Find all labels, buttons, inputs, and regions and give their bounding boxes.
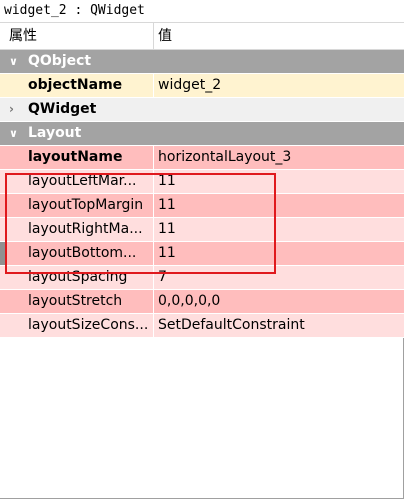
property-value[interactable]: SetDefaultConstraint [158, 314, 305, 337]
window-title: widget_2 : QWidget [0, 0, 405, 22]
property-value[interactable]: 11 [158, 170, 176, 193]
property-name: layoutName [28, 149, 123, 165]
column-divider [153, 74, 154, 98]
group-label: Layout [28, 125, 82, 141]
group-layout[interactable]: ∨ Layout [0, 122, 404, 146]
column-divider [153, 266, 154, 290]
column-divider [153, 314, 154, 338]
property-row-layoutname[interactable]: layoutName horizontalLayout_3 [0, 146, 404, 170]
property-row-layoutstretch[interactable]: layoutStretch 0,0,0,0,0 [0, 290, 404, 314]
property-tree: ∨ QObject objectName widget_2 › QWidget … [0, 50, 404, 338]
property-row-layoutsizeconstraint[interactable]: layoutSizeCons... SetDefaultConstraint [0, 314, 404, 338]
column-divider [153, 290, 154, 314]
property-row-layoutleftmargin[interactable]: layoutLeftMar... 11 [0, 170, 404, 194]
property-name: layoutStretch [28, 293, 123, 309]
property-value[interactable]: horizontalLayout_3 [158, 146, 291, 169]
selection-marker [0, 242, 6, 265]
property-row-objectname[interactable]: objectName widget_2 [0, 74, 404, 98]
column-header: 属性 值 [0, 22, 404, 50]
property-name: objectName [28, 77, 123, 93]
chevron-right-icon[interactable]: › [9, 98, 14, 121]
property-name: layoutTopMargin [28, 197, 144, 213]
property-row-layoutspacing[interactable]: layoutSpacing 7 [0, 266, 404, 290]
property-row-layouttopmargin[interactable]: layoutTopMargin 11 [0, 194, 404, 218]
property-value[interactable]: 11 [158, 242, 176, 265]
property-name: layoutBottom... [28, 245, 137, 261]
property-name: layoutSizeCons... [28, 317, 149, 333]
column-divider [153, 146, 154, 170]
property-row-layoutrightmargin[interactable]: layoutRightMa... 11 [0, 218, 404, 242]
property-editor: widget_2 : QWidget 属性 值 ∨ QObject object… [0, 0, 405, 499]
group-label: QWidget [28, 101, 97, 117]
chevron-down-icon[interactable]: ∨ [9, 50, 18, 73]
group-label: QObject [28, 53, 92, 69]
value-column-header[interactable]: 值 [158, 23, 172, 49]
property-name: layoutLeftMar... [28, 173, 137, 189]
header-divider[interactable] [153, 23, 154, 49]
property-value[interactable]: 11 [158, 194, 176, 217]
column-divider [153, 218, 154, 242]
property-value[interactable]: 7 [158, 266, 167, 289]
column-divider [153, 242, 154, 266]
property-value[interactable]: 0,0,0,0,0 [158, 290, 220, 313]
property-column-header[interactable]: 属性 [9, 23, 37, 49]
property-row-layoutbottommargin[interactable]: layoutBottom... 11 [0, 242, 404, 266]
column-divider [153, 194, 154, 218]
chevron-down-icon[interactable]: ∨ [9, 122, 18, 145]
property-value[interactable]: 11 [158, 218, 176, 241]
property-value[interactable]: widget_2 [158, 74, 221, 97]
property-name: layoutRightMa... [28, 221, 143, 237]
column-divider [153, 170, 154, 194]
group-qwidget[interactable]: › QWidget [0, 98, 404, 122]
property-name: layoutSpacing [28, 269, 128, 285]
group-qobject[interactable]: ∨ QObject [0, 50, 404, 74]
